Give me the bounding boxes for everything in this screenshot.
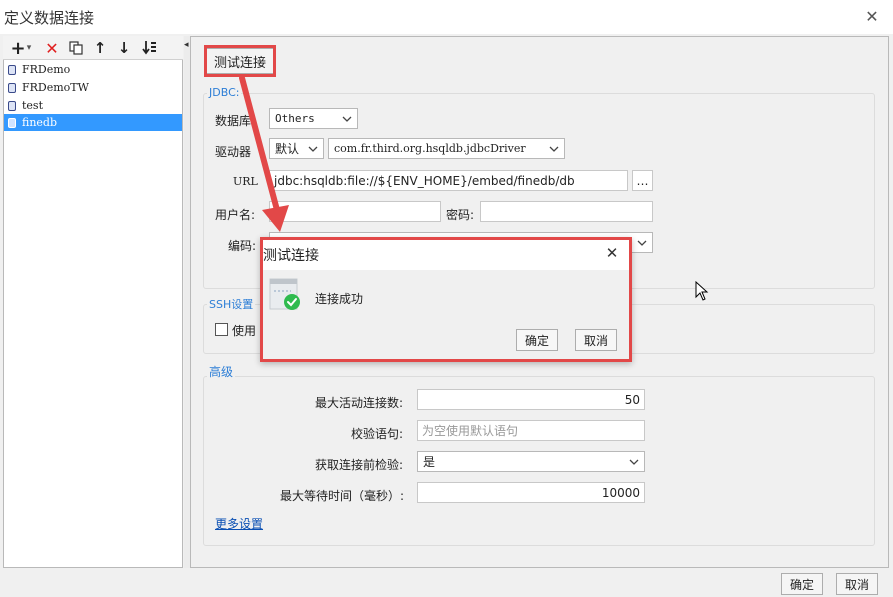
driver-mode-value: 默认 (275, 142, 300, 156)
copy-icon (69, 41, 83, 55)
sort-icon (142, 41, 156, 55)
max-active-input[interactable]: 50 (417, 389, 645, 410)
url-more-button[interactable]: … (632, 170, 653, 191)
dialog-title: 测试连接 (263, 248, 319, 264)
cancel-button[interactable]: 取消 (836, 573, 878, 595)
title-bar (0, 0, 893, 34)
test-before-label: 获取连接前检验: (315, 458, 404, 472)
test-before-select[interactable]: 是 (417, 451, 645, 472)
dialog-close-button[interactable]: ✕ (601, 242, 623, 264)
chevron-down-icon (624, 452, 644, 471)
connection-success-icon (269, 278, 300, 310)
sort-button[interactable] (141, 39, 159, 57)
dialog-ok-button[interactable]: 确定 (516, 329, 558, 351)
collapse-left-icon: ◂ (184, 40, 189, 50)
connection-label: test (22, 99, 43, 112)
database-label: 数据库 (215, 114, 252, 128)
username-label: 用户名: (215, 208, 256, 222)
max-wait-label: 最大等待时间（毫秒）: (280, 489, 405, 503)
database-icon (8, 100, 16, 111)
database-icon (8, 117, 16, 128)
chevron-down-icon (544, 139, 564, 158)
driver-mode-select[interactable]: 默认 (269, 138, 324, 159)
connection-label: FRDemoTW (22, 81, 89, 94)
window-title: 定义数据连接 (4, 9, 95, 27)
mouse-cursor-icon (695, 281, 709, 301)
database-icon (8, 82, 16, 93)
driver-class-select[interactable]: com.fr.third.org.hsqldb.jdbcDriver (328, 138, 565, 159)
password-label: 密码: (446, 208, 475, 222)
connection-label: finedb (22, 116, 58, 129)
delete-icon: ✕ (45, 38, 59, 58)
ok-button[interactable]: 确定 (781, 573, 823, 595)
ellipsis-icon: … (636, 173, 649, 188)
connection-label: FRDemo (22, 63, 71, 76)
chevron-down-icon (303, 139, 323, 158)
connection-item-finedb[interactable]: finedb (4, 114, 182, 131)
use-ssh-label: 使用 (232, 324, 257, 338)
use-ssh-checkbox[interactable] (215, 323, 228, 336)
jdbc-group-title: JDBC: (207, 86, 242, 99)
username-input[interactable]: a (269, 201, 441, 222)
advanced-group-title: 高级 (207, 363, 236, 380)
max-active-label: 最大活动连接数: (315, 396, 404, 410)
move-down-button[interactable]: ↓ (115, 39, 133, 57)
driver-label: 驱动器 (215, 145, 252, 159)
max-wait-input[interactable]: 10000 (417, 482, 645, 503)
validation-query-input[interactable]: 为空使用默认语句 (417, 420, 645, 441)
url-label: URL (233, 175, 258, 188)
encoding-label: 编码: (228, 239, 257, 253)
ssh-group-title: SSH设置 (207, 296, 256, 312)
connection-item-frdemo[interactable]: FRDemo (4, 61, 182, 78)
driver-class-value: com.fr.third.org.hsqldb.jdbcDriver (334, 142, 526, 155)
dialog-message: 连接成功 (315, 292, 364, 306)
window-close-button[interactable]: ✕ (860, 4, 884, 28)
more-settings-link[interactable]: 更多设置 (215, 515, 263, 532)
validation-query-label: 校验语句: (351, 427, 404, 441)
close-icon: ✕ (865, 6, 879, 26)
dialog-cancel-button[interactable]: 取消 (575, 329, 617, 351)
chevron-down-icon (632, 233, 652, 252)
add-dropdown-button[interactable]: ▾ (24, 39, 34, 57)
validation-query-placeholder: 为空使用默认语句 (422, 424, 519, 438)
arrow-up-icon: ↑ (93, 39, 107, 57)
move-up-button[interactable]: ↑ (91, 39, 109, 57)
chevron-down-icon (337, 109, 357, 128)
chevron-down-icon: ▾ (26, 43, 32, 53)
database-select[interactable]: Others (269, 108, 358, 129)
connection-item-frdemotw[interactable]: FRDemoTW (4, 79, 182, 96)
annotation-highlight-test-button (204, 45, 276, 77)
connection-item-test[interactable]: test (4, 97, 182, 114)
arrow-down-icon: ↓ (117, 39, 131, 57)
database-icon (8, 64, 16, 75)
copy-connection-button[interactable] (67, 39, 85, 57)
url-input[interactable]: jdbc:hsqldb:file://${ENV_HOME}/embed/fin… (269, 170, 628, 191)
delete-connection-button[interactable]: ✕ (43, 38, 61, 58)
database-select-value: Others (275, 112, 315, 125)
connection-toolbar: + ▾ ✕ ↑ ↓ (3, 36, 183, 60)
test-before-value: 是 (423, 455, 436, 469)
password-input[interactable] (480, 201, 653, 222)
close-icon: ✕ (605, 244, 619, 262)
